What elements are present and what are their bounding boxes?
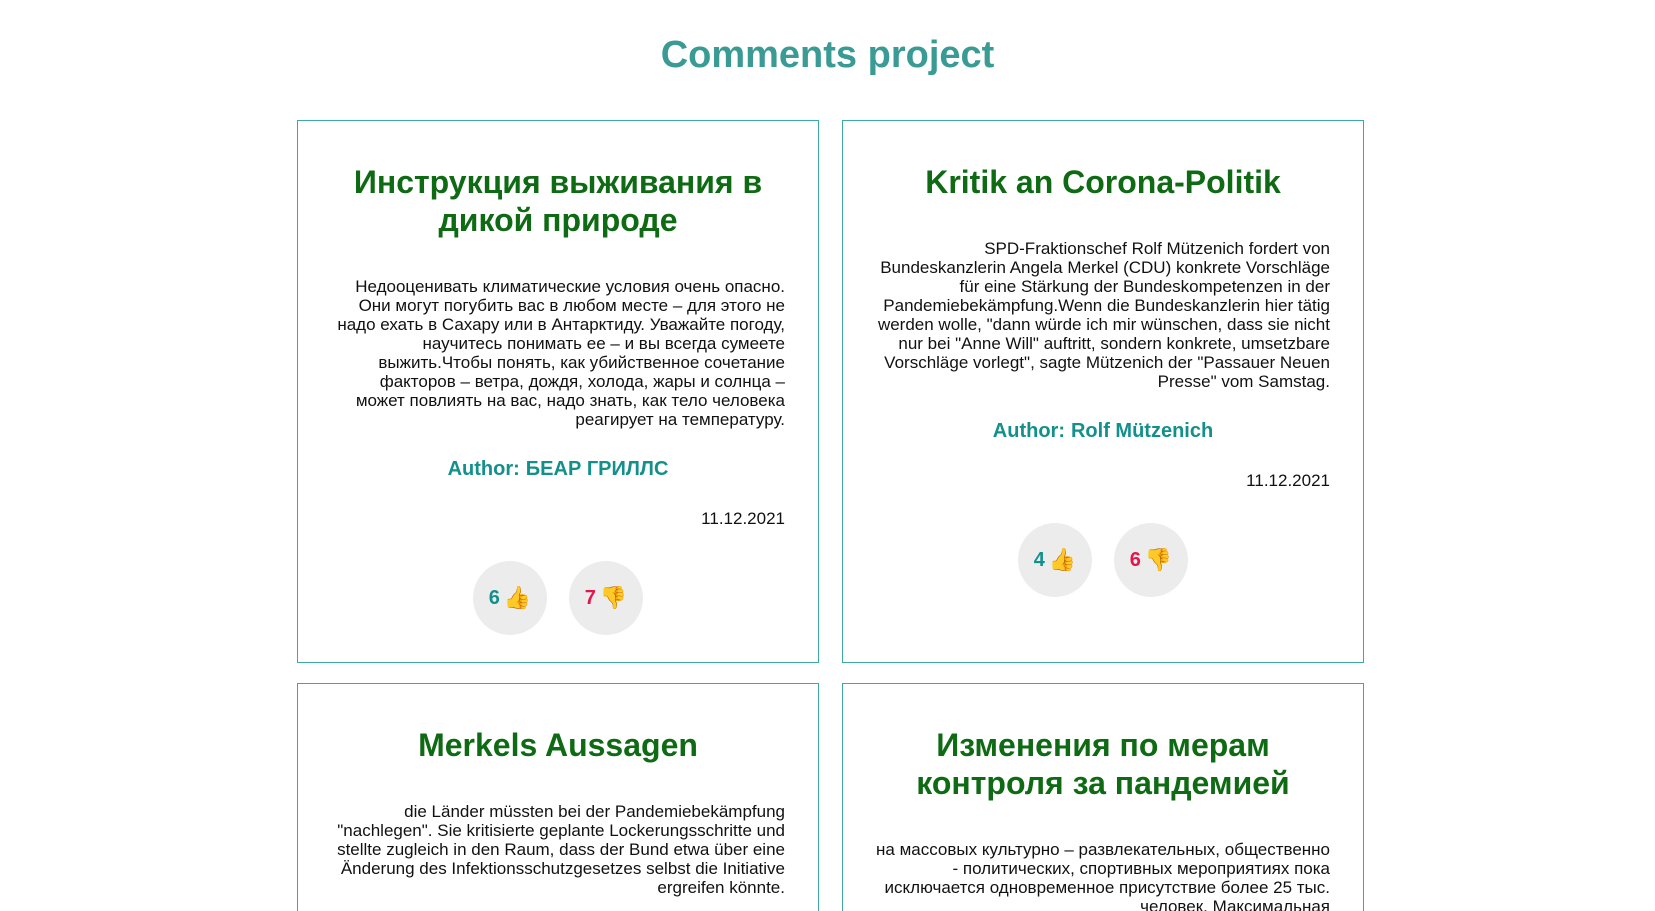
card-title: Инструкция выживания в дикой природе [353, 164, 763, 238]
thumbs-down-icon: 👎 [1144, 547, 1173, 572]
card-author: Author: Rolf Mützenich [876, 419, 1330, 443]
like-count: 4 [1033, 548, 1045, 571]
card-author: Author: БЕАР ГРИЛЛС [331, 457, 785, 481]
dislike-button[interactable]: 7 👎 [569, 561, 643, 635]
card-text: Недооценивать климатические условия очен… [337, 277, 785, 429]
card-date: 11.12.2021 [1246, 471, 1330, 490]
card-date: 11.12.2021 [701, 509, 785, 528]
comment-card: Kritik an Corona-Politik SPD-Fraktionsch… [842, 120, 1364, 663]
thumbs-up-icon: 👍 [1048, 547, 1077, 572]
dislike-count: 7 [584, 586, 596, 609]
author-name: Rolf Mützenich [1070, 420, 1214, 442]
card-text: die Länder müssten bei der Pandemiebekäm… [337, 802, 785, 897]
card-title: Merkels Aussagen [418, 727, 698, 763]
thumbs-up-icon: 👍 [503, 585, 532, 610]
dislike-button[interactable]: 6 👎 [1114, 523, 1188, 597]
card-title: Изменения по мерам контроля за пандемией [916, 727, 1290, 801]
like-count: 6 [488, 586, 500, 609]
page-title: Comments project [660, 34, 995, 76]
card-text: SPD-Fraktionschef Rolf Mützenich fordert… [877, 239, 1330, 391]
author-name: БЕАР ГРИЛЛС [525, 458, 669, 480]
author-prefix: Author: [992, 420, 1065, 442]
thumbs-down-icon: 👎 [599, 585, 628, 610]
like-button[interactable]: 4 👍 [1018, 523, 1092, 597]
dislike-count: 6 [1129, 548, 1141, 571]
comment-card: Инструкция выживания в дикой природе Нед… [297, 120, 819, 663]
card-text: на массовых культурно – развлекательных,… [876, 840, 1331, 911]
comment-card: Изменения по мерам контроля за пандемией… [842, 683, 1364, 911]
author-prefix: Author: [447, 458, 520, 480]
vote-controls: 4 👍 6 👎 [876, 523, 1330, 597]
like-button[interactable]: 6 👍 [473, 561, 547, 635]
comment-card: Merkels Aussagen die Länder müssten bei … [297, 683, 819, 911]
vote-controls: 6 👍 7 👎 [331, 561, 785, 635]
card-title: Kritik an Corona-Politik [925, 164, 1281, 200]
